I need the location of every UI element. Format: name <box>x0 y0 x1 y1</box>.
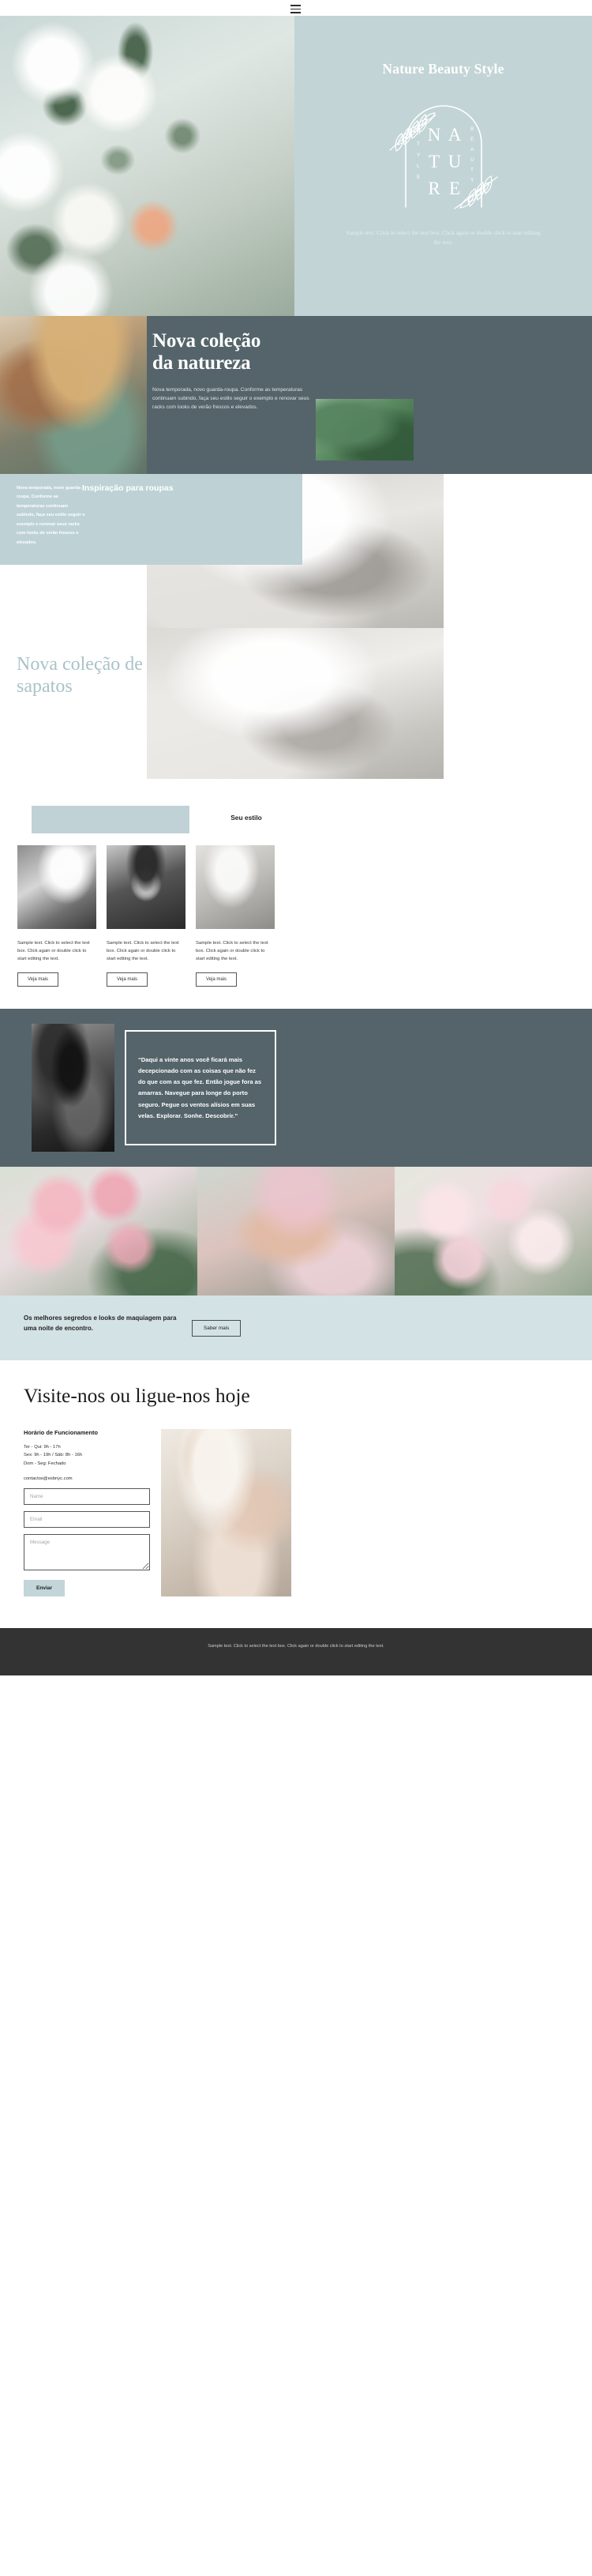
hero-flowers-image <box>0 16 294 316</box>
style-card-text: Sample text. Click to select the text bo… <box>17 941 90 962</box>
woman-flower-crown-image <box>197 1167 395 1296</box>
shoes-collection-title: Nova coleção de sapatos <box>17 654 143 698</box>
clothing-inspiration-heading: Inspiração para roupas <box>82 483 174 493</box>
svg-text:N: N <box>427 125 440 145</box>
nature-collection-title-line2: da natureza <box>152 352 251 374</box>
svg-text:T: T <box>417 141 420 147</box>
coffee-book-image <box>161 1428 291 1596</box>
shoes-image <box>147 628 444 779</box>
hero-panel: Nature Beauty Style N A T U R E S T Y L … <box>294 16 592 316</box>
quote-section: “Daqui a vinte anos você ficará mais dec… <box>0 1009 592 1168</box>
style-card-text: Sample text. Click to select the text bo… <box>107 941 179 962</box>
nature-collection-title-line1: Nova coleção <box>152 330 261 352</box>
svg-text:A: A <box>448 125 461 145</box>
hours-line: Ter - Qui: 9h - 17h <box>24 1444 61 1450</box>
style-card: Sample text. Click to select the text bo… <box>17 845 96 987</box>
page-root: Nature Beauty Style N A T U R E S T Y L … <box>0 0 592 1675</box>
svg-text:T: T <box>428 152 439 171</box>
pink-roses-image <box>0 1167 197 1296</box>
svg-text:E: E <box>417 175 421 180</box>
hero-title: Nature Beauty Style <box>382 61 504 77</box>
style-card-image <box>17 845 96 929</box>
nature-collection-section: Nova coleção da natureza Nova temporada,… <box>0 316 592 474</box>
svg-text:Y: Y <box>470 178 474 183</box>
woman-sunglasses-image <box>32 1024 114 1153</box>
style-section: Seu estilo Sample text. Click to select … <box>0 798 592 1010</box>
quote-box: “Daqui a vinte anos você ficará mais dec… <box>125 1030 276 1146</box>
hours-line: Sex: 9h - 19h / Sáb: 8h - 16h <box>24 1453 83 1458</box>
style-section-heading: Seu estilo <box>230 814 262 822</box>
rose-garden-image <box>395 1167 592 1296</box>
hours-line: Dom - Seg: Fechado <box>24 1461 66 1466</box>
hours-list: Ter - Qui: 9h - 17h Sex: 9h - 19h / Sáb:… <box>24 1443 150 1469</box>
contact-title: Visite-nos ou ligue-nos hoje <box>24 1384 284 1408</box>
nature-collection-title: Nova coleção da natureza <box>152 330 413 374</box>
saber-mais-button[interactable]: Saber mais <box>192 1320 242 1337</box>
makeup-secrets-text: Os melhores segredos e looks de maquiage… <box>24 1314 177 1333</box>
photo-gallery-section <box>0 1167 592 1296</box>
style-section-header: Seu estilo <box>0 798 592 845</box>
veja-mais-button[interactable]: Veja mais <box>107 972 148 987</box>
quote-text: “Daqui a vinte anos você ficará mais dec… <box>138 1055 262 1119</box>
style-card: Sample text. Click to select the text bo… <box>107 845 185 987</box>
style-card-text: Sample text. Click to select the text bo… <box>196 941 268 962</box>
enviar-button[interactable]: Enviar <box>24 1579 66 1596</box>
svg-text:R: R <box>428 179 440 198</box>
svg-text:A: A <box>470 147 474 152</box>
svg-text:L: L <box>417 164 420 169</box>
contact-form: Enviar <box>24 1487 150 1596</box>
contact-grid: Horário de Funcionamento Ter - Qui: 9h -… <box>0 1428 592 1596</box>
style-card-image <box>196 845 275 929</box>
style-card-image <box>107 845 185 929</box>
shoes-collection-section: Nova coleção de sapatos <box>0 628 592 798</box>
woman-hat-image <box>0 316 147 474</box>
svg-text:Y: Y <box>417 152 421 158</box>
style-cards: Sample text. Click to select the text bo… <box>0 845 592 987</box>
hero-subtitle: Sample text. Click to select the text bo… <box>346 229 541 246</box>
hamburger-menu-icon[interactable] <box>290 5 301 13</box>
hours-heading: Horário de Funcionamento <box>24 1428 99 1436</box>
svg-text:E: E <box>470 137 474 142</box>
svg-text:B: B <box>470 126 474 132</box>
contact-section: Visite-nos ou ligue-nos hoje Horário de … <box>0 1360 592 1628</box>
contact-title-line1: Visite-nos ou ligue-nos <box>24 1384 211 1408</box>
svg-text:E: E <box>448 179 459 198</box>
makeup-secrets-section: Os melhores segredos e looks de maquiage… <box>0 1296 592 1361</box>
svg-text:U: U <box>448 152 461 171</box>
message-input[interactable] <box>24 1533 150 1570</box>
style-accent-band <box>32 806 189 833</box>
veja-mais-button[interactable]: Veja mais <box>196 972 238 987</box>
clothing-inspiration-section: Nova temporada, novo guarda-roupa. Confo… <box>0 474 592 628</box>
contact-title-line2: hoje <box>215 1384 250 1408</box>
email-input[interactable] <box>24 1510 150 1528</box>
style-card: Sample text. Click to select the text bo… <box>196 845 275 987</box>
footer: Sample text. Click to select the text bo… <box>0 1627 592 1675</box>
nature-collection-body: Nova temporada, novo guarda-roupa. Confo… <box>152 387 309 411</box>
contact-email: contactos@esbnyc.com <box>24 1476 73 1481</box>
contact-details: Horário de Funcionamento Ter - Qui: 9h -… <box>24 1429 150 1596</box>
hero-section: Nature Beauty Style N A T U R E S T Y L … <box>0 0 592 316</box>
veja-mais-button[interactable]: Veja mais <box>17 972 59 987</box>
green-leaves-thumbnail <box>316 399 414 461</box>
svg-text:U: U <box>470 157 474 163</box>
nature-emblem-logo: N A T U R E S T Y L E B E A U T Y <box>373 88 515 219</box>
svg-text:T: T <box>470 167 474 173</box>
clothing-inspiration-band: Nova temporada, novo guarda-roupa. Confo… <box>0 474 302 565</box>
footer-text: Sample text. Click to select the text bo… <box>208 1643 384 1649</box>
clothing-inspiration-copy: Nova temporada, novo guarda-roupa. Confo… <box>17 486 85 545</box>
svg-text:S: S <box>417 130 421 136</box>
name-input[interactable] <box>24 1487 150 1505</box>
